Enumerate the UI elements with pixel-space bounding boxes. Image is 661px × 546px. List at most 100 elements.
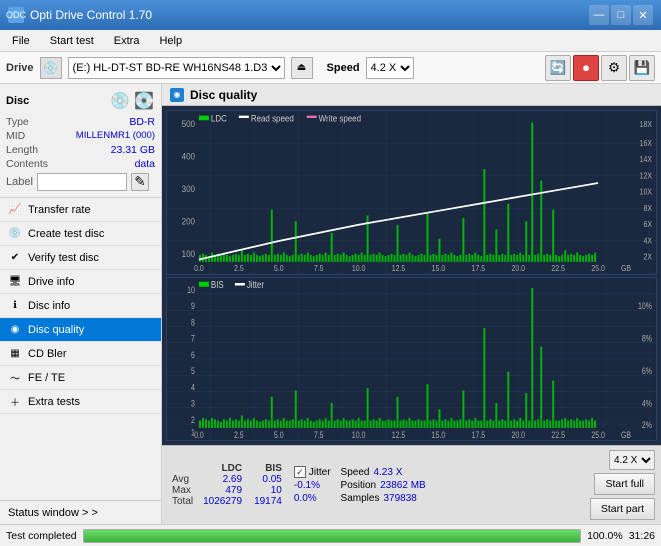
jitter-checkbox[interactable]: ✓ xyxy=(294,466,306,478)
menu-extra[interactable]: Extra xyxy=(106,33,148,49)
eject-button[interactable]: ⏏ xyxy=(291,57,313,79)
svg-text:4: 4 xyxy=(191,382,195,392)
charts-area: 500 400 300 200 100 18X 16X 14X 12X 10X … xyxy=(162,106,661,445)
refresh-button[interactable]: 🔄 xyxy=(545,55,571,81)
disc-img-icon: 💿 xyxy=(109,90,131,112)
ldc-chart-svg: 500 400 300 200 100 18X 16X 14X 12X 10X … xyxy=(167,111,656,274)
bis-chart: 10 9 8 7 6 5 4 3 2 1 10% 8% 6% 4% 2% xyxy=(166,277,657,442)
stats-table: LDC BIS Avg 2.69 0.05 Max 479 10 Total 1… xyxy=(168,463,288,507)
ldc-header: LDC xyxy=(197,463,248,474)
toolbar-icons: 🔄 ● ⚙ 💾 xyxy=(545,55,655,81)
disc-info-panel: Disc 💿 💽 Type BD-R MID MILLENMR1 (000) L… xyxy=(0,84,161,198)
svg-text:LDC: LDC xyxy=(211,113,227,124)
status-text: Test completed xyxy=(6,530,77,542)
avg-label: Avg xyxy=(168,474,197,485)
svg-text:20.0: 20.0 xyxy=(511,430,525,440)
status-window-button[interactable]: Status window > > xyxy=(0,500,161,524)
jitter-section: ✓ Jitter -0.1% 0.0% xyxy=(294,466,331,504)
svg-text:20.0: 20.0 xyxy=(511,264,525,274)
bottom-bar: Test completed 100.0% 31:26 xyxy=(0,524,661,546)
contents-value: data xyxy=(135,158,155,170)
svg-text:10%: 10% xyxy=(638,301,652,311)
nav-disc-quality[interactable]: ◉ Disc quality xyxy=(0,318,161,342)
svg-text:17.5: 17.5 xyxy=(472,264,486,274)
position-val: 23862 MB xyxy=(380,480,426,491)
minimize-button[interactable]: — xyxy=(589,5,609,25)
nav-create-test-disc[interactable]: 💿 Create test disc xyxy=(0,222,161,246)
nav-drive-info[interactable]: 🖥 Drive info xyxy=(0,270,161,294)
speed-select[interactable]: 4.2 X xyxy=(366,57,414,79)
maximize-button[interactable]: □ xyxy=(611,5,631,25)
extra-tests-icon: ＋ xyxy=(8,395,22,409)
title-bar: ODC Opti Drive Control 1.70 — □ ✕ xyxy=(0,0,661,30)
jitter-label: Jitter xyxy=(309,467,331,478)
cd-bler-icon: ▦ xyxy=(8,347,22,361)
svg-text:2X: 2X xyxy=(643,252,652,262)
right-content: ◉ Disc quality xyxy=(162,84,661,524)
progress-bar-container xyxy=(83,529,581,543)
svg-text:4X: 4X xyxy=(643,236,652,246)
stats-panel: LDC BIS Avg 2.69 0.05 Max 479 10 Total 1… xyxy=(162,445,661,524)
svg-text:0.0: 0.0 xyxy=(194,264,204,274)
drive-label: Drive xyxy=(6,62,34,74)
create-disc-icon: 💿 xyxy=(8,227,22,241)
svg-text:3: 3 xyxy=(191,399,195,409)
disc-quality-header-icon: ◉ xyxy=(170,88,184,102)
speed-dropdown[interactable]: 4.2 X xyxy=(609,450,655,470)
svg-text:GB: GB xyxy=(621,264,631,274)
menu-file[interactable]: File xyxy=(4,33,38,49)
svg-text:17.5: 17.5 xyxy=(472,430,486,440)
total-label: Total xyxy=(168,496,197,507)
avg-ldc: 2.69 xyxy=(197,474,248,485)
mid-key: MID xyxy=(6,130,25,142)
disc-info-icon: ℹ xyxy=(8,299,22,313)
svg-text:200: 200 xyxy=(182,216,195,227)
svg-text:BIS: BIS xyxy=(211,279,224,290)
svg-text:7.5: 7.5 xyxy=(314,264,324,274)
menu-help[interactable]: Help xyxy=(151,33,190,49)
mid-value: MILLENMR1 (000) xyxy=(76,130,155,142)
label-input[interactable] xyxy=(37,173,127,191)
nav-cd-bler[interactable]: ▦ CD Bler xyxy=(0,342,161,366)
type-key: Type xyxy=(6,116,29,128)
nav-transfer-rate[interactable]: 📈 Transfer rate xyxy=(0,198,161,222)
save-button[interactable]: 💾 xyxy=(629,55,655,81)
svg-text:22.5: 22.5 xyxy=(551,430,565,440)
progress-bar-fill xyxy=(84,530,580,542)
svg-text:500: 500 xyxy=(182,119,195,130)
start-part-button[interactable]: Start part xyxy=(590,498,655,520)
svg-text:16X: 16X xyxy=(640,138,652,148)
svg-text:100: 100 xyxy=(182,249,195,260)
drive-select[interactable]: (E:) HL-DT-ST BD-RE WH16NS48 1.D3 xyxy=(68,57,285,79)
window-controls: — □ ✕ xyxy=(589,5,653,25)
app-icon: ODC xyxy=(8,7,24,23)
disc-secondary-icon: 💽 xyxy=(133,90,155,112)
sidebar: Disc 💿 💽 Type BD-R MID MILLENMR1 (000) L… xyxy=(0,84,162,524)
close-button[interactable]: ✕ xyxy=(633,5,653,25)
svg-text:GB: GB xyxy=(621,430,631,440)
svg-text:Write speed: Write speed xyxy=(319,113,362,124)
nav-fe-te[interactable]: 〜 FE / TE xyxy=(0,366,161,390)
label-apply-button[interactable]: ✎ xyxy=(131,173,149,191)
svg-text:10X: 10X xyxy=(640,187,652,197)
position-label: Position xyxy=(341,480,377,491)
drive-bar: Drive 💿 (E:) HL-DT-ST BD-RE WH16NS48 1.D… xyxy=(0,52,661,84)
max-bis: 10 xyxy=(248,485,288,496)
status-window-label: Status window > > xyxy=(8,507,98,519)
svg-text:8%: 8% xyxy=(642,334,652,344)
svg-text:9: 9 xyxy=(191,301,195,311)
menu-start-test[interactable]: Start test xyxy=(42,33,102,49)
svg-text:2.5: 2.5 xyxy=(234,264,244,274)
nav-verify-test-disc[interactable]: ✔ Verify test disc xyxy=(0,246,161,270)
nav-extra-tests[interactable]: ＋ Extra tests xyxy=(0,390,161,414)
total-ldc: 1026279 xyxy=(197,496,248,507)
burn-button[interactable]: ● xyxy=(573,55,599,81)
svg-text:6%: 6% xyxy=(642,366,652,376)
disc-quality-icon: ◉ xyxy=(8,323,22,337)
app-title: Opti Drive Control 1.70 xyxy=(30,8,152,22)
drive-info-icon: 🖥 xyxy=(8,275,22,289)
start-full-button[interactable]: Start full xyxy=(594,473,655,495)
nav-disc-info[interactable]: ℹ Disc info xyxy=(0,294,161,318)
speed-stat-val: 4.23 X xyxy=(373,467,402,478)
settings-button[interactable]: ⚙ xyxy=(601,55,627,81)
